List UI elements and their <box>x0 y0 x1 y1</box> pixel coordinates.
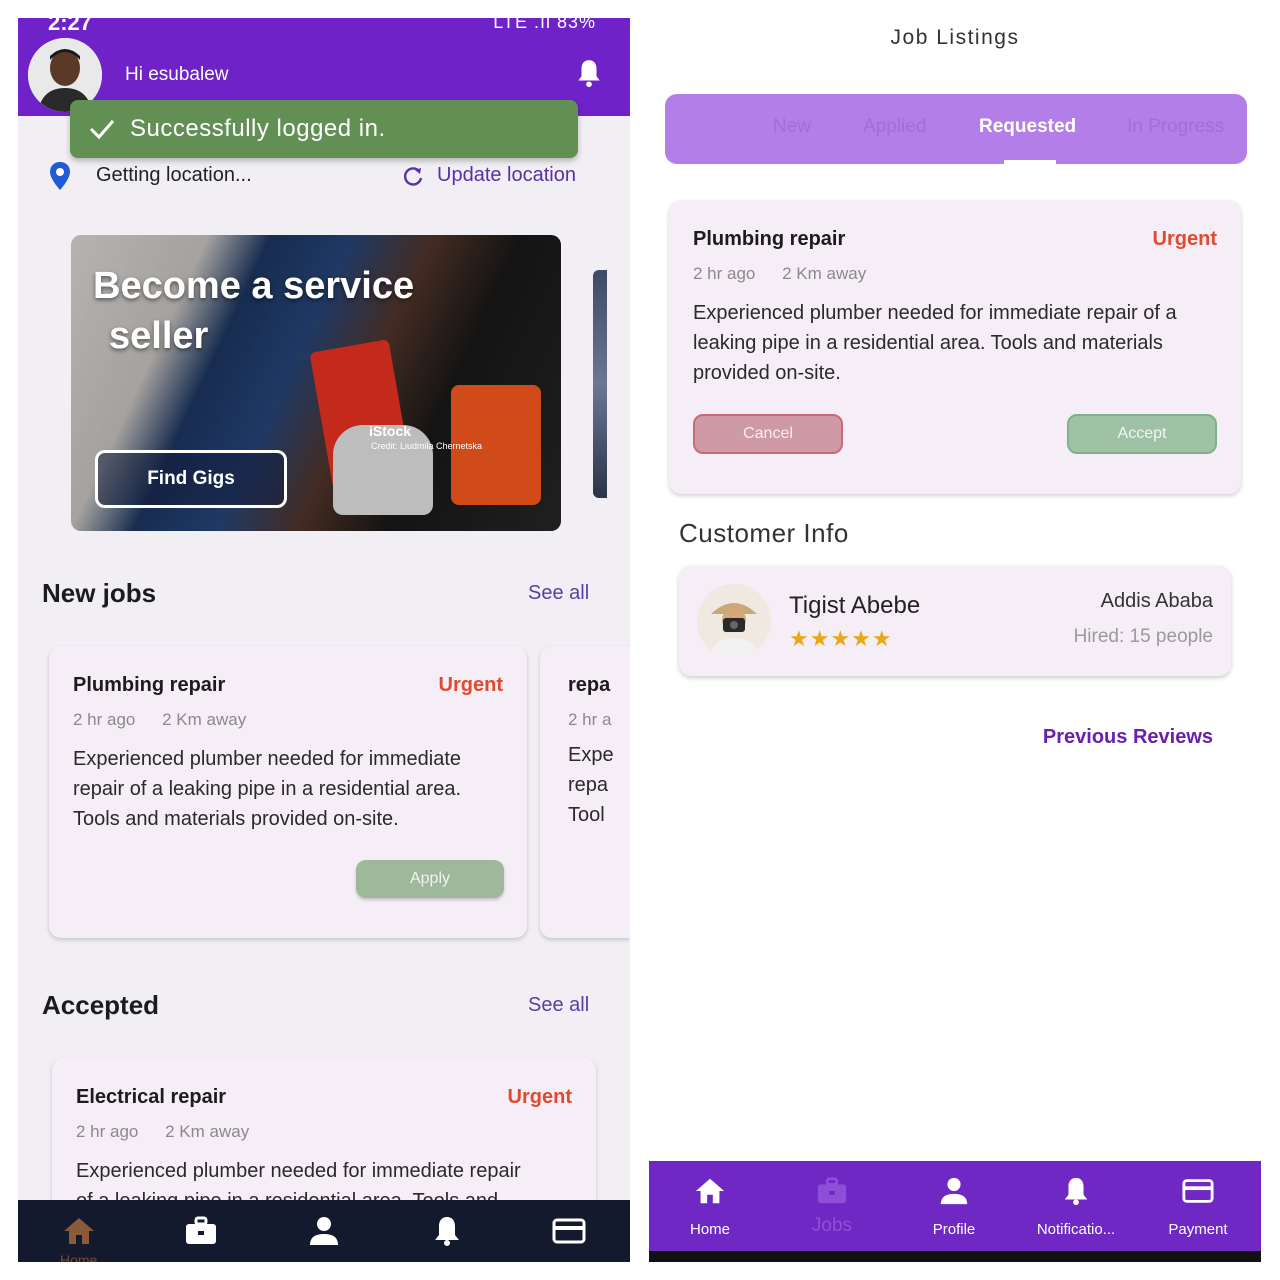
nav-jobs[interactable]: Jobs <box>771 1161 893 1251</box>
new-jobs-see-all[interactable]: See all <box>528 582 589 605</box>
job-card-peek[interactable]: repa 2 hr a Expe repa Tool <box>540 646 630 938</box>
nav-payment[interactable]: Payment <box>1137 1161 1259 1251</box>
login-success-toast: Successfully logged in. <box>70 100 578 158</box>
greeting-text: Hi esubalew <box>125 64 229 85</box>
briefcase-icon <box>817 1177 847 1204</box>
job-description: Experienced plumber needed for immediate… <box>693 302 1177 384</box>
cancel-button[interactable]: Cancel <box>693 414 843 454</box>
apply-button[interactable]: Apply <box>356 860 504 898</box>
card-icon[interactable] <box>552 1215 586 1247</box>
previous-reviews-link[interactable]: Previous Reviews <box>1043 726 1213 749</box>
person-icon <box>940 1177 968 1205</box>
card-icon <box>1182 1179 1214 1203</box>
nav-home-label[interactable]: Home <box>60 1252 97 1262</box>
location-status: Getting location... <box>96 164 252 186</box>
tab-applied[interactable]: Applied <box>863 116 926 138</box>
home-icon[interactable] <box>62 1215 96 1247</box>
job-status-tabs: New Applied Requested In Progress <box>665 94 1247 164</box>
job-meta: 2 hr ago 2 Km away <box>73 710 247 729</box>
new-jobs-title: New jobs <box>42 578 157 608</box>
customer-hired-count: Hired: 15 people <box>1073 626 1213 647</box>
urgent-badge: Urgent <box>507 1086 572 1108</box>
urgent-badge: Urgent <box>438 674 503 696</box>
active-tab-indicator <box>1004 160 1056 164</box>
customer-card[interactable]: Tigist Abebe ★★★★★ Addis Ababa Hired: 15… <box>679 566 1231 676</box>
job-meta: 2 hr ago 2 Km away <box>76 1122 250 1141</box>
customer-name: Tigist Abebe <box>789 592 921 619</box>
tab-new[interactable]: New <box>773 116 811 138</box>
status-time: 2:27 <box>48 18 93 35</box>
system-nav-bar <box>649 1251 1261 1262</box>
tab-in-progress[interactable]: In Progress <box>1127 116 1224 138</box>
job-meta: 2 hr ago 2 Km away <box>693 264 867 283</box>
check-icon <box>89 120 115 140</box>
requested-job-card[interactable]: Plumbing repair Urgent 2 hr ago 2 Km awa… <box>669 200 1241 494</box>
update-location-link[interactable]: Update location <box>437 164 576 187</box>
rating-stars: ★★★★★ <box>789 626 893 651</box>
stock-credit: Credit: Liudmila Chernetska <box>371 441 483 451</box>
find-gigs-button[interactable]: Find Gigs <box>95 450 287 508</box>
toast-message: Successfully logged in. <box>130 115 386 142</box>
job-card-plumbing[interactable]: Plumbing repair Urgent 2 hr ago 2 Km awa… <box>49 646 527 938</box>
customer-photo-icon <box>697 584 771 658</box>
service-seller-banner[interactable]: iStock Credit: Liudmila Chernetska Becom… <box>71 235 561 531</box>
job-description: Experienced plumber needed for immediate… <box>73 748 462 830</box>
notification-bell-icon[interactable] <box>576 58 602 88</box>
job-title: Plumbing repair <box>73 674 226 696</box>
nav-home[interactable]: Home <box>649 1161 771 1251</box>
next-banner-peek[interactable] <box>593 270 607 498</box>
stock-watermark: iStock <box>369 423 412 439</box>
page-title: Job Listings <box>890 26 1020 49</box>
nav-profile[interactable]: Profile <box>893 1161 1015 1251</box>
location-pin-icon <box>50 162 70 190</box>
nav-notifications[interactable]: Notificatio... <box>1015 1161 1137 1251</box>
customer-city: Addis Ababa <box>1100 590 1213 612</box>
urgent-badge: Urgent <box>1152 228 1217 250</box>
banner-title: Become a service seller <box>93 265 415 357</box>
job-title: Plumbing repair <box>693 228 846 250</box>
refresh-icon[interactable] <box>402 165 424 187</box>
home-icon <box>695 1178 725 1204</box>
job-title: Electrical repair <box>76 1086 227 1108</box>
tab-requested[interactable]: Requested <box>979 116 1076 138</box>
home-screen: 2:27 LTE .ıl 83% Hi esubalew Successfull… <box>18 18 630 1262</box>
bottom-nav: Home Jobs Profile Notificatio... Payment <box>649 1161 1261 1251</box>
job-listings-screen: Job Listings New Applied Requested In Pr… <box>649 18 1261 1262</box>
customer-avatar <box>697 584 771 658</box>
customer-info-title: Customer Info <box>679 518 849 548</box>
briefcase-icon[interactable] <box>184 1215 218 1247</box>
bell-icon <box>1064 1177 1088 1206</box>
status-indicators: LTE .ıl 83% <box>493 18 596 32</box>
accept-button[interactable]: Accept <box>1067 414 1217 454</box>
accepted-title: Accepted <box>42 990 160 1020</box>
accepted-see-all[interactable]: See all <box>528 994 589 1017</box>
bottom-nav: Home <box>18 1200 630 1262</box>
bell-icon[interactable] <box>430 1215 464 1247</box>
person-icon[interactable] <box>307 1215 341 1247</box>
